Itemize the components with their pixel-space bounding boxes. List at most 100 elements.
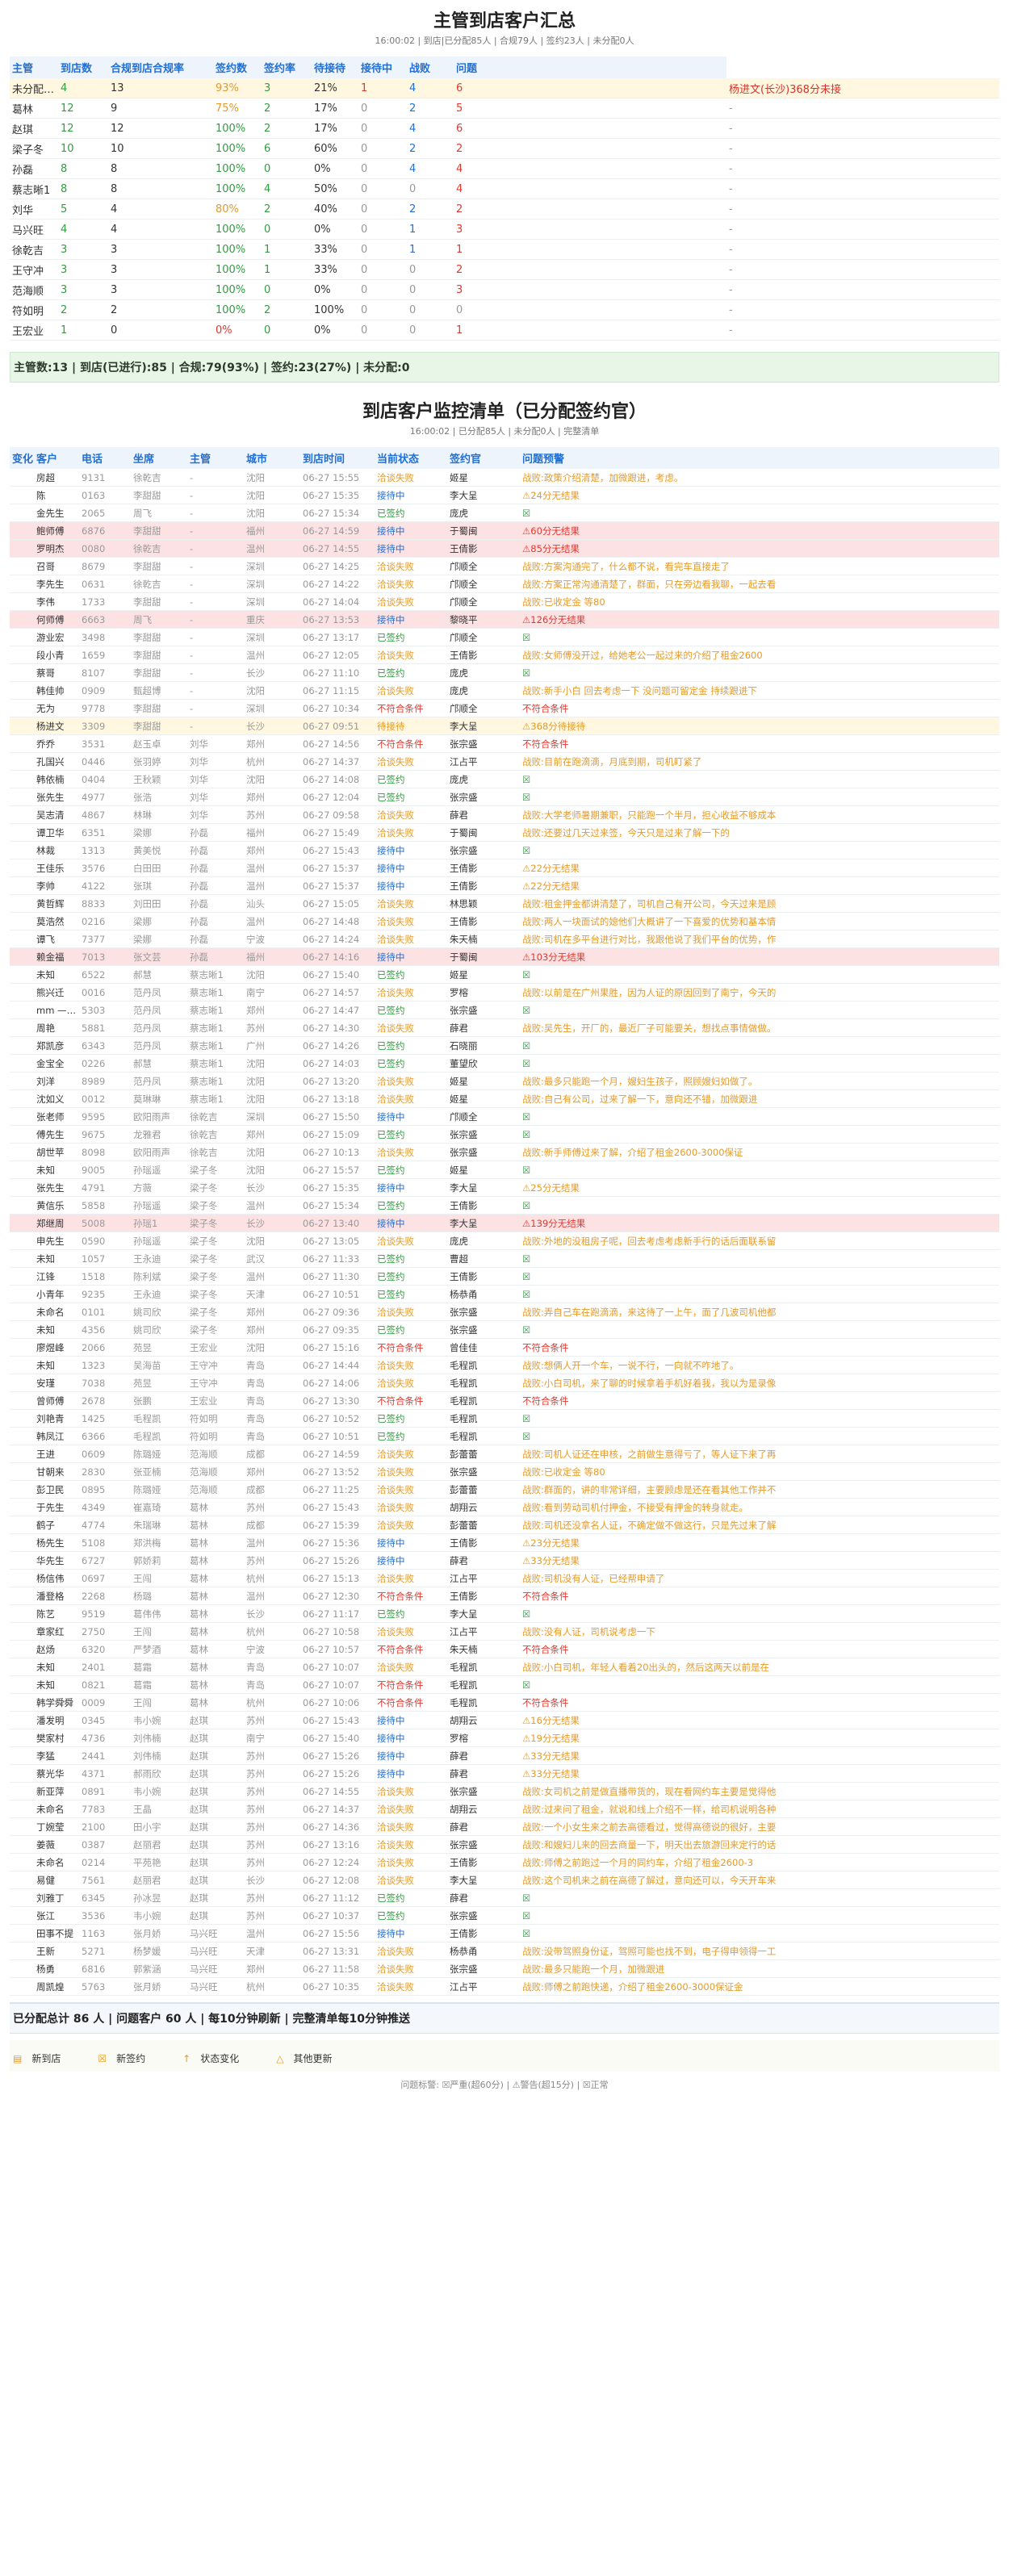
summary-cell-arrive: 4 bbox=[58, 78, 108, 98]
detail-cell-agent: 黄美悦 bbox=[131, 841, 187, 859]
detail-cell-change bbox=[10, 521, 34, 540]
detail-cell-issue: ⚠126分无结果 bbox=[520, 610, 999, 629]
summary-cell-wait: 0 bbox=[358, 219, 407, 240]
detail-table: 变化 客户 电话 坐席 主管 城市 到店时间 当前状态 签约官 问题预警 房超 9131 徐乾吉 - 沈阳… bbox=[10, 447, 999, 1996]
detail-cell-customer: 沈如义 bbox=[34, 1089, 79, 1108]
detail-cell-phone: 8833 bbox=[79, 894, 131, 913]
detail-cell-customer: 张先生 bbox=[34, 788, 79, 806]
detail-cell-issue: ☒ bbox=[520, 1125, 999, 1144]
detail-cell-phone: 6351 bbox=[79, 823, 131, 842]
detail-header-cell: 客户 bbox=[34, 447, 79, 469]
detail-row: 金宝全 0226 郝慧 蔡志晰1 沈阳 06-27 14:03 已签约 董望欣 ☒ bbox=[10, 1054, 999, 1073]
detail-cell-signer: 李大呈 bbox=[447, 486, 520, 504]
detail-cell-supervisor: - bbox=[187, 521, 244, 540]
detail-row: 杨进文 3309 李甜甜 - 长沙 06-27 09:51 待接待 李大呈 ⚠368分待接待 bbox=[10, 717, 999, 735]
detail-cell-issue: ☒ bbox=[520, 1001, 999, 1019]
detail-cell-supervisor: 蔡志晰1 bbox=[187, 1072, 244, 1090]
detail-row: 樊家村 4736 刘伟楠 赵琪 南宁 06-27 15:40 接待中 罗榕 ⚠19分无结果 bbox=[10, 1729, 999, 1747]
summary-header-cell: 待接待 bbox=[312, 56, 358, 78]
summary-cell-wait: 1 bbox=[358, 78, 407, 98]
summary-cell-sign: 1 bbox=[262, 239, 312, 260]
detail-cell-status: 不符合条件 bbox=[375, 1587, 447, 1605]
detail-cell-signer: 张宗盛 bbox=[447, 1320, 520, 1339]
detail-cell-agent: 王闯 bbox=[131, 1622, 187, 1641]
detail-row: 未知 9005 孙瑶遥 梁子冬 沈阳 06-27 15:57 已签约 姬星 ☒ bbox=[10, 1160, 999, 1179]
detail-cell-customer: 韩凤江 bbox=[34, 1427, 79, 1445]
detail-row: 周艳 5881 范丹凤 蔡志晰1 苏州 06-27 14:30 洽谈失败 薛君 战败:吴先生，开… bbox=[10, 1018, 999, 1037]
summary-cell-srate: 50% bbox=[312, 178, 358, 199]
detail-cell-signer: 于蜀闽 bbox=[447, 823, 520, 842]
detail-cell-arrival-time: 06-27 14:25 bbox=[300, 557, 375, 575]
summary-cell-serving: 0 bbox=[407, 279, 454, 300]
detail-cell-agent: 范丹凤 bbox=[131, 1018, 187, 1037]
detail-row: 杨勇 6816 郭紫涵 马兴旺 郑州 06-27 11:58 洽谈失败 张宗盛 战败:最多只能跑… bbox=[10, 1959, 999, 1978]
detail-cell-arrival-time: 06-27 15:49 bbox=[300, 823, 375, 842]
detail-cell-arrival-time: 06-27 12:30 bbox=[300, 1587, 375, 1605]
summary-cell-rate: 100% bbox=[213, 239, 262, 260]
detail-cell-agent: 葛霜 bbox=[131, 1675, 187, 1694]
summary-row: 赵琪 12 12 100% 2 17% 0 4 6- bbox=[10, 118, 999, 139]
detail-cell-status: 洽谈失败 bbox=[375, 1445, 447, 1463]
detail-cell-issue: ⚠139分无结果 bbox=[520, 1214, 999, 1232]
detail-cell-phone: 6663 bbox=[79, 610, 131, 629]
detail-cell-signer: 薛君 bbox=[447, 1018, 520, 1037]
detail-cell-arrival-time: 06-27 10:51 bbox=[300, 1285, 375, 1303]
detail-row: 刘洋 8989 范丹凤 蔡志晰1 沈阳 06-27 13:20 洽谈失败 姬星 战败:最多只能跑… bbox=[10, 1072, 999, 1090]
detail-cell-agent: 平苑艳 bbox=[131, 1853, 187, 1871]
detail-cell-signer: 杨恭甬 bbox=[447, 1285, 520, 1303]
detail-cell-signer: 江占平 bbox=[447, 1569, 520, 1587]
detail-cell-customer: 郑凯彦 bbox=[34, 1036, 79, 1055]
summary-cell-issue: - bbox=[726, 299, 999, 320]
detail-cell-change bbox=[10, 1817, 34, 1836]
detail-cell-supervisor: - bbox=[187, 610, 244, 629]
detail-row: 陈 0163 李甜甜 - 沈阳 06-27 15:35 接待中 李大呈 ⚠24分无结果 bbox=[10, 486, 999, 504]
detail-cell-customer: 未知 bbox=[34, 1320, 79, 1339]
detail-cell-signer: 毛程凯 bbox=[447, 1391, 520, 1410]
detail-header-cell: 当前状态 bbox=[375, 447, 447, 469]
detail-cell-arrival-time: 06-27 14:59 bbox=[300, 1445, 375, 1463]
detail-cell-city: 温州 bbox=[244, 1924, 300, 1942]
detail-cell-change bbox=[10, 486, 34, 504]
detail-cell-agent: 李甜甜 bbox=[131, 663, 187, 682]
detail-cell-issue: ☒ bbox=[520, 1267, 999, 1286]
detail-cell-phone: 6727 bbox=[79, 1551, 131, 1570]
detail-cell-status: 洽谈失败 bbox=[375, 592, 447, 611]
detail-cell-city: 苏州 bbox=[244, 1782, 300, 1800]
summary-cell-issue: - bbox=[726, 279, 999, 300]
detail-cell-arrival-time: 06-27 09:36 bbox=[300, 1303, 375, 1321]
detail-cell-change bbox=[10, 1693, 34, 1712]
detail-cell-status: 已签约 bbox=[375, 1267, 447, 1286]
detail-row: 林裁 1313 黄美悦 孙磊 郑州 06-27 15:43 接待中 张宗盛 ☒ bbox=[10, 841, 999, 859]
detail-row: 吴志清 4867 林琳 刘华 苏州 06-27 09:58 洽谈失败 薛君 战败:大学老师暑期兼… bbox=[10, 805, 999, 824]
detail-cell-status: 不符合条件 bbox=[375, 1675, 447, 1694]
detail-cell-issue: 战败:没有人证，司机说考虑一下 bbox=[520, 1622, 999, 1641]
detail-cell-agent: 孙瑶遥 bbox=[131, 1196, 187, 1215]
summary-cell-comply: 4 bbox=[108, 219, 213, 240]
detail-cell-supervisor: 梁子冬 bbox=[187, 1303, 244, 1321]
detail-cell-arrival-time: 06-27 14:47 bbox=[300, 1001, 375, 1019]
detail-cell-issue: 战败:司机人证还在申核，之前做生意得亏了，等人证下来了再 bbox=[520, 1445, 999, 1463]
detail-cell-customer: 熊兴迁 bbox=[34, 983, 79, 1002]
detail-cell-city: 沈阳 bbox=[244, 469, 300, 487]
detail-cell-status: 接待中 bbox=[375, 1551, 447, 1570]
detail-cell-supervisor: 赵琪 bbox=[187, 1871, 244, 1889]
detail-cell-status: 接待中 bbox=[375, 1178, 447, 1197]
detail-cell-change bbox=[10, 1622, 34, 1641]
detail-cell-customer: 韩依楠 bbox=[34, 770, 79, 788]
detail-cell-city: 长沙 bbox=[244, 1871, 300, 1889]
detail-cell-supervisor: 刘华 bbox=[187, 805, 244, 824]
detail-cell-signer: 曾佳佳 bbox=[447, 1338, 520, 1357]
detail-cell-change bbox=[10, 1143, 34, 1161]
detail-cell-city: 苏州 bbox=[244, 1800, 300, 1818]
detail-cell-change bbox=[10, 1232, 34, 1250]
detail-cell-change bbox=[10, 876, 34, 895]
detail-cell-supervisor: 蔡志晰1 bbox=[187, 1036, 244, 1055]
summary-cell-sign: 0 bbox=[262, 158, 312, 179]
summary-cell-serving: 1 bbox=[407, 219, 454, 240]
detail-cell-customer: 胡世苹 bbox=[34, 1143, 79, 1161]
detail-cell-agent: 毛程凯 bbox=[131, 1427, 187, 1445]
detail-cell-issue: 不符合条件 bbox=[520, 1640, 999, 1658]
detail-cell-change bbox=[10, 823, 34, 842]
detail-cell-arrival-time: 06-27 15:43 bbox=[300, 1498, 375, 1516]
detail-cell-agent: 梁娜 bbox=[131, 823, 187, 842]
